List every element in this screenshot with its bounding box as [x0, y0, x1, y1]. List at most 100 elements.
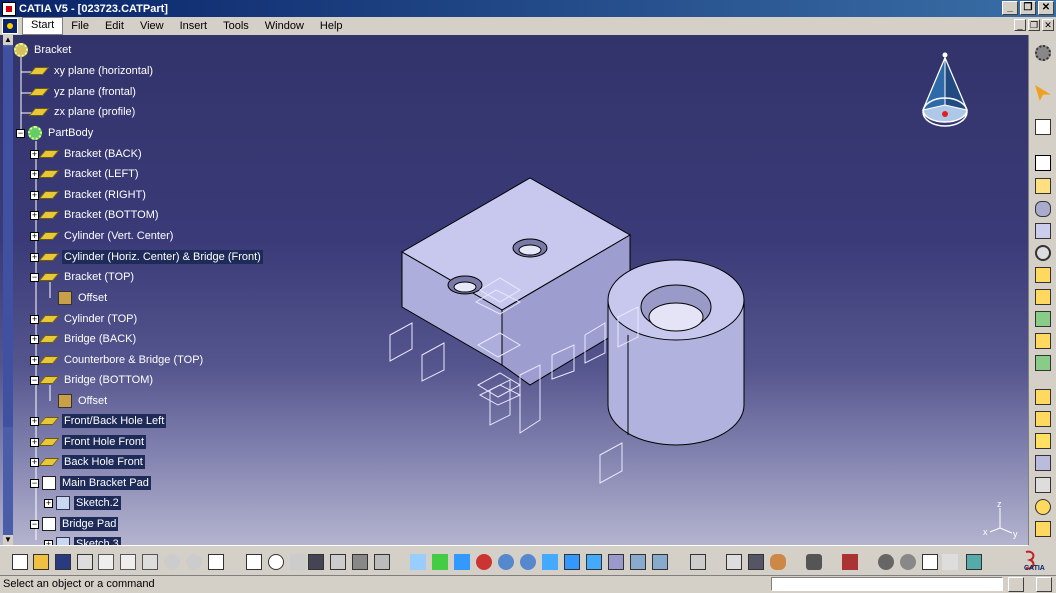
menu-start[interactable]: Start — [22, 17, 64, 35]
doc-close-button[interactable]: ✕ — [1042, 19, 1054, 31]
menu-file[interactable]: File — [63, 18, 97, 34]
3d-part-model[interactable] — [380, 165, 760, 485]
chamfer-icon[interactable] — [1035, 411, 1051, 427]
thickness-icon[interactable] — [1035, 477, 1051, 493]
tree-item[interactable]: + Bracket (BACK) — [30, 145, 144, 163]
tree-item-partbody[interactable]: − PartBody — [16, 124, 95, 142]
close-button[interactable]: ✕ — [1038, 1, 1054, 15]
design-table-icon[interactable] — [308, 554, 324, 570]
tree-item-pad[interactable]: − Bridge Pad — [30, 515, 119, 533]
paste-icon[interactable] — [142, 554, 158, 570]
scroll-down-arrow[interactable]: ▼ — [3, 535, 13, 545]
new-icon[interactable] — [12, 554, 28, 570]
stiffener-icon[interactable] — [1035, 355, 1051, 371]
pocket-icon[interactable] — [1035, 178, 1051, 194]
tree-item[interactable]: + Cylinder (Vert. Center) — [30, 227, 175, 245]
catia-document-icon[interactable] — [2, 18, 18, 34]
sketch-icon[interactable] — [1035, 119, 1051, 135]
print-icon[interactable] — [77, 554, 93, 570]
menu-window[interactable]: Window — [257, 18, 312, 34]
menu-view[interactable]: View — [132, 18, 172, 34]
macro-icon[interactable] — [374, 554, 390, 570]
whats-this-icon[interactable] — [208, 554, 224, 570]
analysis-icon[interactable] — [842, 554, 858, 570]
tree-item[interactable]: + Front Hole Front — [30, 433, 147, 451]
reorder-icon[interactable] — [878, 554, 894, 570]
zoom-in-icon[interactable] — [498, 554, 514, 570]
3d-viewport[interactable]: ▲ ▼ Bracket xy plane (horizontal) yz pla… — [0, 35, 1028, 545]
fly-mode-icon[interactable] — [410, 554, 426, 570]
thread-icon[interactable] — [1035, 499, 1051, 515]
inertia-icon[interactable] — [770, 554, 786, 570]
gear-icon[interactable] — [1035, 45, 1051, 61]
tree-scrollbar[interactable]: ▲ ▼ — [3, 35, 13, 545]
save-icon[interactable] — [55, 554, 71, 570]
tree-item[interactable]: + Front/Back Hole Left — [30, 412, 167, 430]
menu-tools[interactable]: Tools — [215, 18, 257, 34]
scroll-up-arrow[interactable]: ▲ — [3, 35, 13, 45]
minimize-button[interactable]: _ — [1002, 1, 1018, 15]
draft-icon[interactable] — [1035, 433, 1051, 449]
tree-item-zx-plane[interactable]: zx plane (profile) — [28, 103, 137, 121]
rotate-icon[interactable] — [476, 554, 492, 570]
open-icon[interactable] — [33, 554, 49, 570]
swap-space-icon[interactable] — [652, 554, 668, 570]
knowledge-icon[interactable] — [290, 554, 306, 570]
collapse-icon[interactable]: − — [30, 519, 39, 529]
cut-icon[interactable] — [98, 554, 114, 570]
tree-item-xy-plane[interactable]: xy plane (horizontal) — [28, 62, 155, 80]
shell-icon[interactable] — [1035, 455, 1051, 471]
normal-view-icon[interactable] — [542, 554, 558, 570]
tree-item[interactable]: + Back Hole Front — [30, 453, 145, 471]
groove-icon[interactable] — [1035, 223, 1051, 239]
menu-help[interactable]: Help — [312, 18, 351, 34]
command-list-button[interactable] — [1008, 577, 1024, 592]
tree-item[interactable]: − Bracket (TOP) — [30, 268, 136, 286]
collapse-icon[interactable]: − — [16, 128, 25, 138]
menu-edit[interactable]: Edit — [97, 18, 132, 34]
tree-item[interactable]: + Bridge (BACK) — [30, 330, 138, 348]
tree-item[interactable]: + Cylinder (TOP) — [30, 310, 139, 328]
loft-icon[interactable] — [1035, 311, 1051, 327]
camera-icon[interactable] — [806, 554, 822, 570]
doc-minimize-button[interactable]: _ — [1014, 19, 1026, 31]
pad-icon[interactable] — [1035, 155, 1051, 171]
copy-icon[interactable] — [120, 554, 136, 570]
undo-icon[interactable] — [164, 554, 180, 570]
iso-view-icon[interactable] — [586, 554, 602, 570]
tree-item-sketch[interactable]: + Sketch.3 — [44, 535, 121, 545]
tree-item[interactable]: + Bracket (BOTTOM) — [30, 206, 161, 224]
doc-restore-button[interactable]: ❐ — [1028, 19, 1040, 31]
grid-snap-icon[interactable] — [942, 554, 958, 570]
cylinder-view-icon[interactable] — [966, 554, 982, 570]
scroll-thumb[interactable] — [3, 47, 13, 427]
shading-icon[interactable] — [608, 554, 624, 570]
axis-system-icon[interactable] — [922, 554, 938, 570]
catalog-icon[interactable] — [330, 554, 346, 570]
rib-icon[interactable] — [1035, 267, 1051, 283]
manipulate-icon[interactable] — [900, 554, 916, 570]
slot-icon[interactable] — [1035, 289, 1051, 305]
tree-item-yz-plane[interactable]: yz plane (frontal) — [28, 83, 138, 101]
tree-item-sketch[interactable]: + Sketch.2 — [44, 494, 121, 512]
split-icon[interactable] — [1035, 521, 1051, 537]
collapse-icon[interactable]: − — [30, 478, 39, 488]
tree-item-offset[interactable]: Offset — [58, 289, 109, 307]
multi-view-icon[interactable] — [564, 554, 580, 570]
menu-insert[interactable]: Insert — [172, 18, 216, 34]
app-icon[interactable] — [2, 1, 16, 16]
compass-widget[interactable] — [915, 50, 975, 135]
tree-item-pad[interactable]: − Main Bracket Pad — [30, 474, 151, 492]
select-arrow-icon[interactable] — [1035, 85, 1051, 101]
tree-item[interactable]: − Bridge (BOTTOM) — [30, 371, 155, 389]
expand-icon[interactable]: + — [44, 498, 53, 508]
restore-button[interactable]: ❐ — [1020, 1, 1036, 15]
tree-item[interactable]: + Bracket (RIGHT) — [30, 186, 148, 204]
comment-icon[interactable] — [268, 554, 284, 570]
tree-item[interactable]: + Bracket (LEFT) — [30, 165, 141, 183]
formula-icon[interactable] — [246, 554, 262, 570]
tree-root[interactable]: Bracket — [14, 41, 73, 59]
update-icon[interactable] — [690, 554, 706, 570]
command-input[interactable] — [771, 577, 1003, 591]
redo-icon[interactable] — [186, 554, 202, 570]
